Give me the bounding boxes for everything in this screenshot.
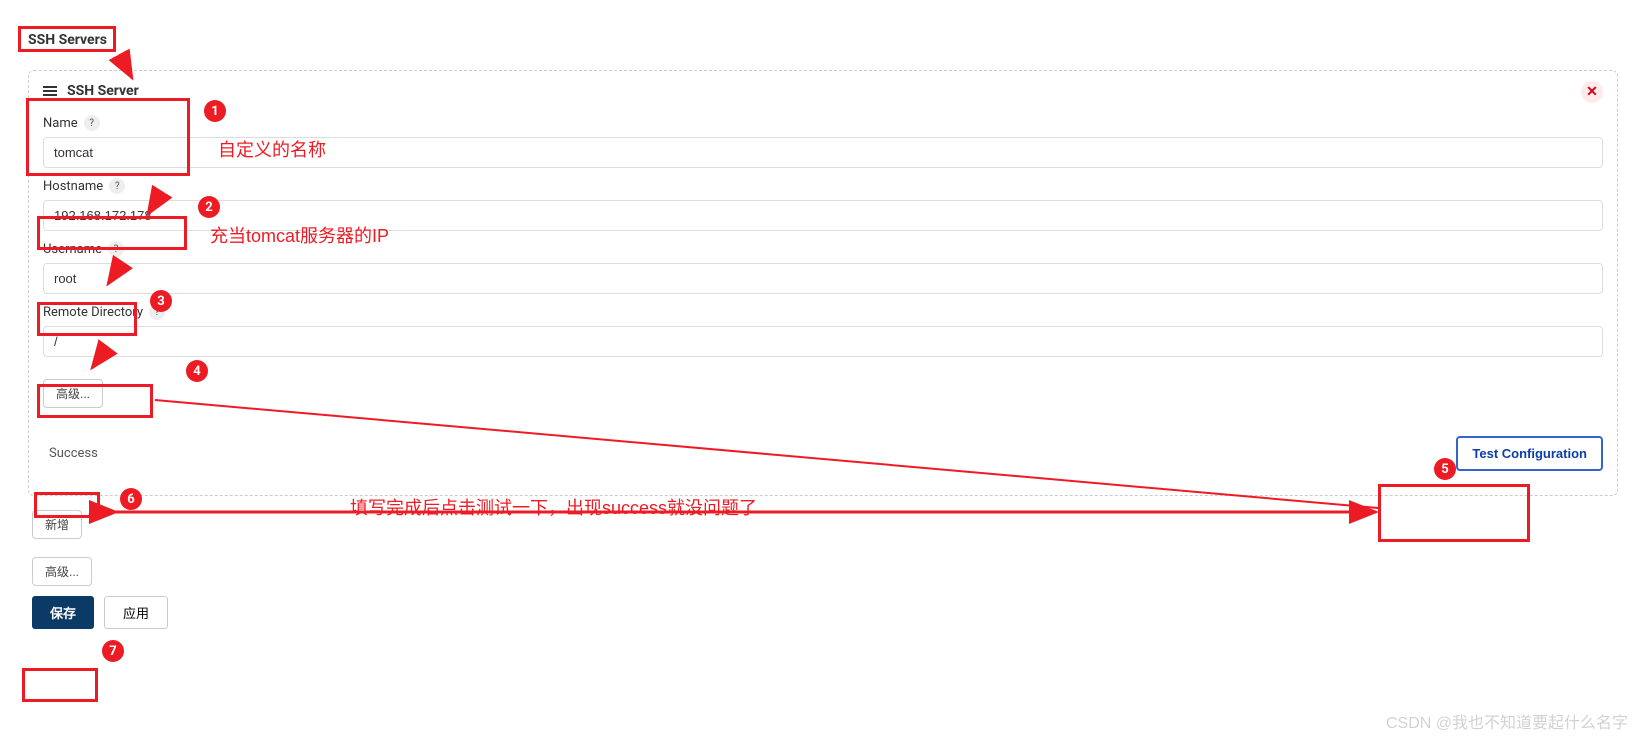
save-button[interactable]: 保存: [32, 596, 94, 629]
close-icon[interactable]: ✕: [1581, 81, 1603, 103]
status-text: Success: [43, 442, 104, 465]
add-new-button[interactable]: 新增: [32, 510, 82, 539]
advanced-button[interactable]: 高级...: [43, 379, 103, 408]
name-input[interactable]: [43, 137, 1603, 168]
ssh-server-panel: SSH Server ✕ Name ? Hostname ? Username …: [28, 70, 1618, 496]
name-field-group: Name ?: [43, 115, 1603, 168]
watermark: CSDN @我也不知道要起什么名字: [1386, 709, 1628, 733]
test-configuration-button[interactable]: Test Configuration: [1456, 436, 1603, 471]
hostname-label: Hostname: [43, 179, 103, 194]
hostname-field-group: Hostname ?: [43, 178, 1603, 231]
remotedir-label: Remote Directory: [43, 305, 143, 320]
help-icon[interactable]: ?: [109, 178, 125, 194]
username-field-group: Username ?: [43, 241, 1603, 294]
drag-handle-icon[interactable]: [43, 86, 57, 96]
ssh-servers-heading: SSH Servers: [20, 28, 115, 52]
help-icon[interactable]: ?: [149, 304, 165, 320]
annotation-box: [22, 668, 98, 702]
help-icon[interactable]: ?: [84, 115, 100, 131]
remotedir-field-group: Remote Directory ?: [43, 304, 1603, 357]
name-label: Name: [43, 116, 78, 131]
annotation-number: 7: [102, 640, 124, 662]
help-icon[interactable]: ?: [108, 241, 124, 257]
username-label: Username: [43, 242, 102, 257]
advanced-button-2[interactable]: 高级...: [32, 557, 92, 586]
remotedir-input[interactable]: [43, 326, 1603, 357]
panel-title: SSH Server: [67, 83, 139, 99]
hostname-input[interactable]: [43, 200, 1603, 231]
apply-button[interactable]: 应用: [104, 596, 168, 629]
username-input[interactable]: [43, 263, 1603, 294]
